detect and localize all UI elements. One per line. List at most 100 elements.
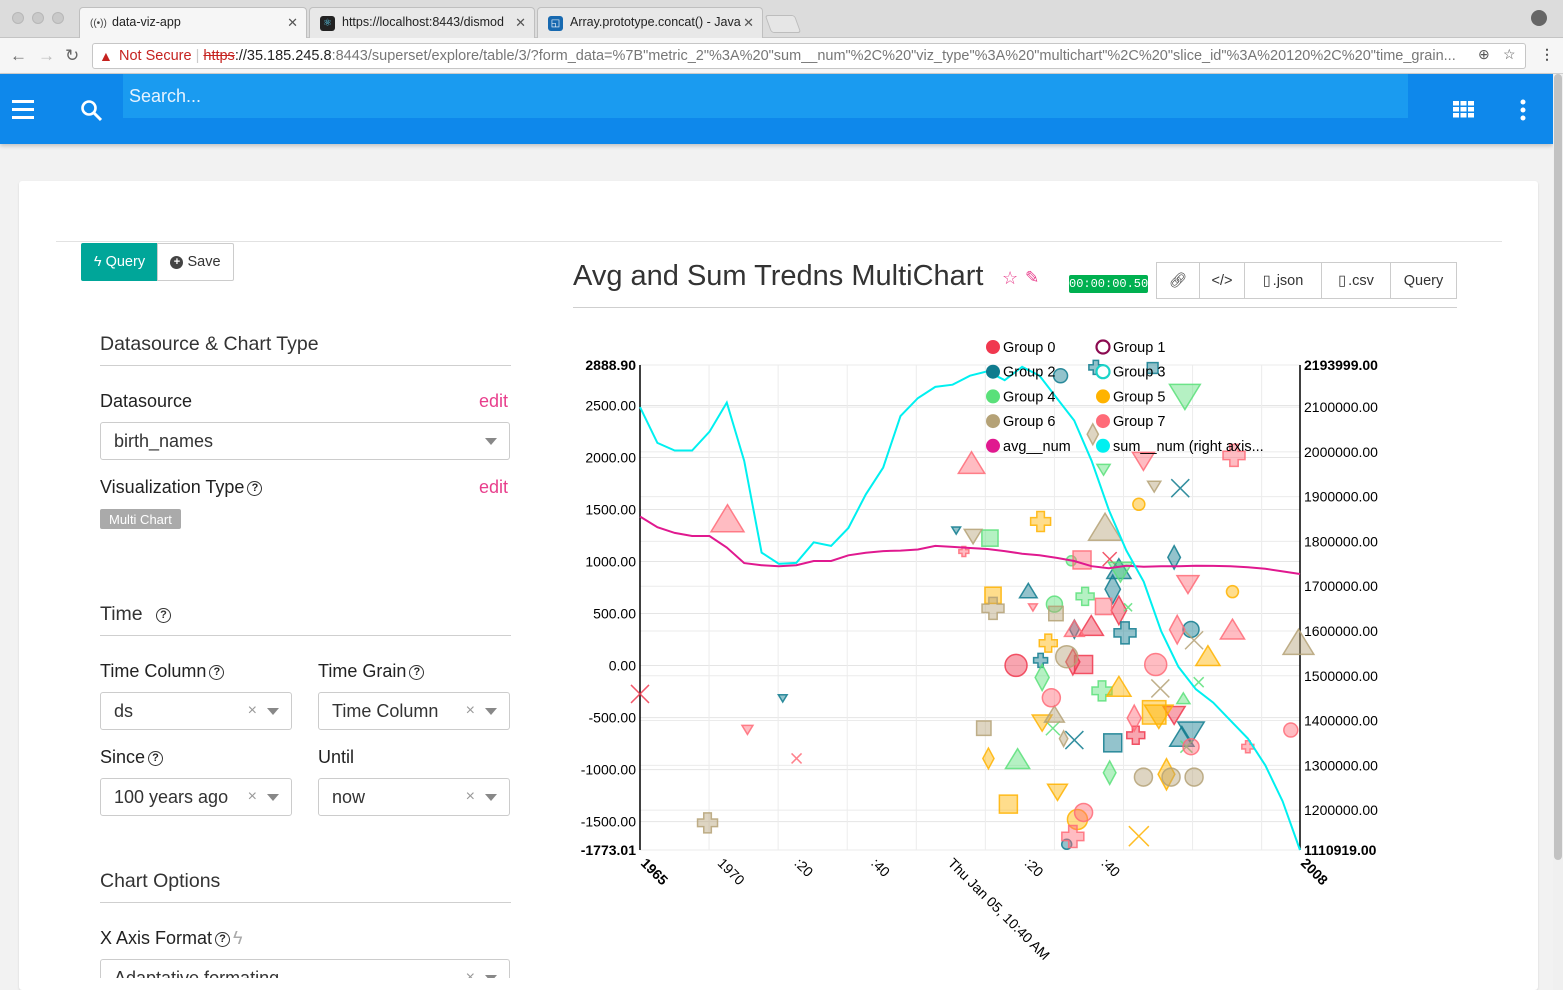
chart-title: Avg and Sum Tredns MultiChart [573, 260, 984, 292]
scatter-point [1045, 720, 1061, 736]
view-query-button[interactable]: Query [1390, 262, 1457, 299]
scatter-point [1131, 451, 1156, 472]
scatter-point [1064, 730, 1084, 750]
new-tab-button[interactable] [764, 15, 802, 33]
query-timer: 00:00:00.50 [1069, 275, 1149, 293]
help-icon[interactable]: ? [409, 665, 425, 680]
bookmark-star-icon[interactable]: ☆ [1503, 46, 1516, 63]
section-title-time: Time ? [100, 603, 172, 626]
time-grain-select[interactable]: Time Column × [318, 692, 510, 730]
forward-arrow-icon[interactable]: → [38, 46, 55, 66]
divider [56, 241, 1502, 242]
lightning-icon: ϟ [93, 254, 102, 270]
more-vert-icon[interactable] [1519, 99, 1527, 121]
section-title-datasource: Datasource & Chart Type [100, 333, 319, 355]
apps-grid-icon[interactable] [1453, 101, 1474, 118]
browser-tab-mdn[interactable]: ◱ Array.prototype.concat() - Java ✕ [537, 7, 763, 38]
tab-close-icon[interactable]: ✕ [515, 15, 526, 31]
until-label: Until [318, 747, 355, 767]
chevron-down-icon[interactable] [267, 708, 279, 715]
until-select[interactable]: now × [318, 778, 510, 816]
embed-code-button[interactable]: </> [1199, 262, 1245, 299]
zoom-icon[interactable]: ⊕ [1478, 46, 1490, 63]
help-icon[interactable]: ? [209, 665, 225, 680]
file-text-icon: ▯ [1338, 272, 1347, 289]
help-icon[interactable]: ? [247, 481, 263, 496]
window-maximize-button[interactable] [52, 12, 64, 24]
export-json-button[interactable]: ▯ .json [1244, 262, 1322, 299]
scatter-point [1063, 618, 1086, 638]
link-button[interactable]: 🔗︎ [1156, 262, 1200, 299]
search-field[interactable] [123, 74, 1408, 118]
security-label: Not Secure [119, 48, 192, 64]
datasource-select[interactable]: birth_names [100, 422, 510, 460]
warning-icon: ▲ [99, 48, 113, 64]
tab-close-icon[interactable]: ✕ [743, 15, 754, 31]
datasource-value: birth_names [114, 431, 214, 451]
mdn-icon: ◱ [548, 16, 563, 31]
scatter-point [1128, 825, 1150, 847]
legend-swatch [1095, 364, 1111, 380]
chevron-down-icon[interactable] [485, 438, 497, 445]
tab-close-icon[interactable]: ✕ [287, 15, 298, 31]
back-arrow-icon[interactable]: ← [10, 46, 27, 66]
y-right-tick-label: 2100000.00 [1304, 399, 1378, 415]
scatter-point [1113, 621, 1137, 645]
tab-title: data-viz-app [112, 15, 181, 29]
scatter-point [998, 794, 1019, 814]
y-right-tick-label: 1200000.00 [1304, 802, 1378, 818]
x-tick-label: :20 [791, 855, 816, 880]
search-icon[interactable] [80, 99, 104, 123]
chevron-down-icon[interactable] [485, 794, 497, 801]
x-axis-format-select[interactable]: Adaptative formating × [100, 959, 510, 978]
scatter-point [1102, 733, 1123, 753]
profile-icon[interactable] [1531, 10, 1547, 26]
browser-menu-icon[interactable]: ⋮ [1540, 46, 1554, 63]
y-right-tick-label: 1600000.00 [1304, 623, 1378, 639]
menu-icon[interactable] [12, 100, 34, 124]
url-bar[interactable]: ▲ Not Secure | https://35.185.245.8:8443… [92, 43, 1526, 69]
scatter-point [1193, 676, 1205, 688]
clear-icon[interactable]: × [248, 702, 257, 720]
clear-icon[interactable]: × [466, 969, 475, 978]
page-scrollbar[interactable] [1553, 74, 1563, 990]
scatter-point [1043, 704, 1066, 723]
since-select[interactable]: 100 years ago × [100, 778, 292, 816]
y-left-tick-label: 1500.00 [585, 501, 636, 517]
scrollbar-thumb[interactable] [1554, 74, 1562, 860]
legend-label: Group 5 [1113, 389, 1165, 405]
tab-title: https://localhost:8443/dismod [342, 15, 504, 29]
save-button[interactable]: + Save [157, 243, 234, 281]
chevron-down-icon[interactable] [267, 794, 279, 801]
clear-icon[interactable]: × [466, 788, 475, 806]
export-csv-button[interactable]: ▯ .csv [1321, 262, 1391, 299]
datasource-edit-link[interactable]: edit [479, 391, 508, 412]
react-icon: ⚛ [320, 16, 335, 31]
viz-type-badge[interactable]: Multi Chart [100, 509, 181, 529]
viz-type-edit-link[interactable]: edit [479, 477, 508, 498]
y-right-tick-label: 1400000.00 [1304, 713, 1378, 729]
favorite-star-icon[interactable]: ☆ [1002, 268, 1018, 289]
help-icon[interactable]: ? [156, 608, 172, 623]
clear-icon[interactable]: × [248, 788, 257, 806]
clear-icon[interactable]: × [466, 702, 475, 720]
scatter-point [777, 694, 789, 704]
browser-tab-data-viz-app[interactable]: ((•)) data-viz-app ✕ [79, 7, 307, 39]
chevron-down-icon[interactable] [485, 708, 497, 715]
query-button[interactable]: ϟ Query [81, 243, 158, 281]
view-query-label: Query [1403, 272, 1444, 289]
scatter-point [975, 720, 992, 737]
search-input[interactable] [123, 74, 1408, 118]
chevron-down-icon[interactable] [485, 975, 497, 978]
scatter-point [1132, 497, 1146, 512]
reload-icon[interactable]: ↻ [65, 46, 79, 66]
help-icon[interactable]: ? [148, 751, 164, 766]
scatter-point [1175, 691, 1192, 705]
time-column-select[interactable]: ds × [100, 692, 292, 730]
help-icon[interactable]: ? [215, 932, 231, 947]
window-close-button[interactable] [12, 12, 24, 24]
edit-pencil-icon[interactable]: ✎ [1025, 268, 1039, 288]
scatter-point [1194, 644, 1222, 667]
window-minimize-button[interactable] [32, 12, 44, 24]
browser-tab-localhost[interactable]: ⚛ https://localhost:8443/dismod ✕ [309, 7, 535, 38]
